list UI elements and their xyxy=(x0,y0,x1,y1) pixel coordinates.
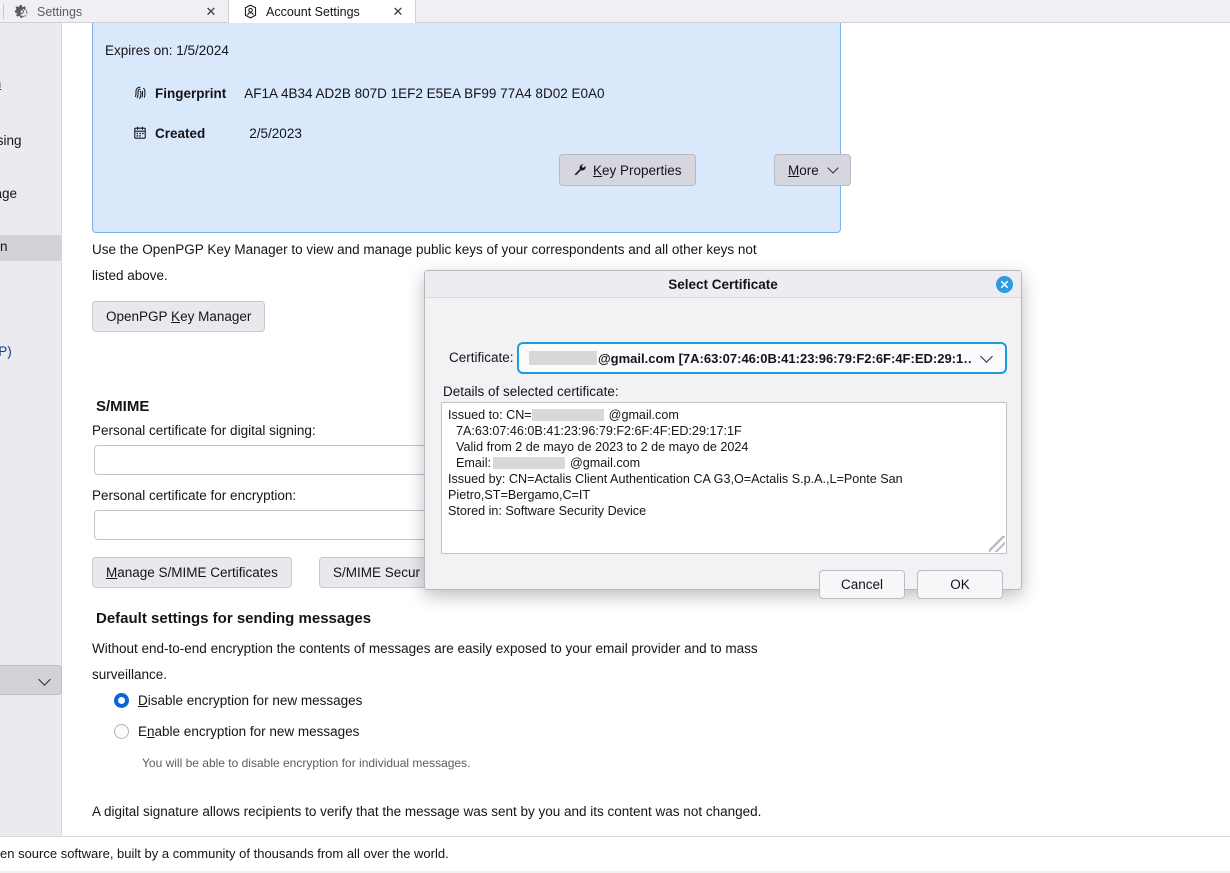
detail-validity: Valid from 2 de mayo de 2023 to 2 de may… xyxy=(456,440,749,454)
detail-issued-to: Issued to: CN= @gmail.com xyxy=(448,407,1000,423)
smime-heading: S/MIME xyxy=(96,398,150,415)
digital-signature-note: A digital signature allows recipients to… xyxy=(92,804,762,819)
certificate-select-value: @gmail.com [7A:63:07:46:0B:41:23:96:79:F… xyxy=(598,350,972,366)
sending-defaults-description-line1: Without end-to-end encryption the conten… xyxy=(92,641,758,656)
encryption-hint: You will be able to disable encryption f… xyxy=(142,756,471,770)
chevron-down-icon xyxy=(980,349,993,363)
status-bar: en source software, built by a community… xyxy=(0,836,1230,873)
radio-disable-encryption-label: Disable encryption for new messages xyxy=(138,693,363,708)
chevron-down-icon xyxy=(827,162,839,174)
detail-email-prefix: Email: xyxy=(456,456,491,470)
sidebar-item-fragment-4[interactable]: TP) xyxy=(0,344,12,359)
close-icon[interactable] xyxy=(996,276,1013,293)
fingerprint-icon xyxy=(134,86,146,100)
sidebar-account-dropdown[interactable] xyxy=(0,665,62,695)
key-created-value: 2/5/2023 xyxy=(249,125,302,141)
detail-email: Email: @gmail.com xyxy=(448,455,1000,471)
key-created-label: Created xyxy=(155,125,206,141)
certificate-label: Certificate: xyxy=(449,350,514,365)
sidebar-item-fragment-1[interactable]: m xyxy=(0,76,1,91)
detail-stored-in: Stored in: Software Security Device xyxy=(448,504,647,518)
dialog-button-row: Cancel OK xyxy=(819,570,1003,599)
sending-defaults-heading: Default settings for sending messages xyxy=(96,610,372,627)
tab-account-settings[interactable]: Account Settings ✕ xyxy=(228,0,416,23)
openpgp-key-manager-label: OpenPGP Key Manager xyxy=(106,309,252,324)
key-properties-button[interactable]: KKey Propertiesey Properties xyxy=(559,154,696,186)
dialog-title: Select Certificate xyxy=(668,276,778,292)
sending-defaults-description-line2: surveillance. xyxy=(92,667,168,682)
chevron-down-icon xyxy=(38,673,51,686)
tab-account-settings-close-icon[interactable]: ✕ xyxy=(391,5,405,18)
redaction-block xyxy=(529,351,597,365)
tab-account-settings-label: Account Settings xyxy=(266,4,360,19)
tab-strip: Settings ✕ Account Settings ✕ xyxy=(0,0,1230,23)
details-label: Details of selected certificate: xyxy=(443,384,619,399)
ok-button[interactable]: OK xyxy=(917,570,1003,599)
smime-signing-label: Personal certificate for digital signing… xyxy=(92,423,316,438)
detail-issued-to-prefix: Issued to: CN= xyxy=(448,408,532,422)
certificate-details-box[interactable]: Issued to: CN= @gmail.com 7A:63:07:46:0B:… xyxy=(441,402,1007,554)
detail-email-suffix: @gmail.com xyxy=(570,456,641,470)
key-fingerprint-value: AF1A 4B34 AD2B 807D 1EF2 E5EA BF99 77A4 … xyxy=(244,85,605,101)
manage-smime-certificates-button[interactable]: Manage S/MIME Certificates xyxy=(92,557,292,588)
gear-icon xyxy=(14,4,28,18)
calendar-icon xyxy=(134,126,146,139)
radio-disable-encryption[interactable]: Disable encryption for new messages xyxy=(114,693,362,708)
sidebar-item-selected-label: n xyxy=(0,239,8,254)
tab-settings-label: Settings xyxy=(37,4,83,19)
openpgp-key-manager-button[interactable]: OpenPGP Key Manager xyxy=(92,301,266,332)
resize-grip-icon[interactable] xyxy=(989,536,1005,552)
smime-security-button[interactable]: S/MIME Secur xyxy=(319,557,435,588)
key-properties-button-label: KKey Propertiesey Properties xyxy=(593,162,682,178)
detail-issued-by: Issued by: CN=Actalis Client Authenticat… xyxy=(448,472,903,502)
redaction-block xyxy=(493,457,565,469)
openpgp-description-line2: listed above. xyxy=(92,268,168,283)
dialog-titlebar: Select Certificate xyxy=(425,271,1021,298)
status-bar-text: en source software, built by a community… xyxy=(0,846,449,861)
sidebar-item-fragment-2[interactable]: ssing xyxy=(0,133,22,148)
openpgp-description-line1: Use the OpenPGP Key Manager to view and … xyxy=(92,242,757,257)
account-icon xyxy=(244,4,257,19)
tab-settings-close-icon[interactable]: ✕ xyxy=(204,5,218,18)
certificate-select[interactable]: @gmail.com [7A:63:07:46:0B:41:23:96:79:F… xyxy=(517,342,1007,374)
manage-smime-certificates-label: Manage S/MIME Certificates xyxy=(106,565,278,580)
wrench-icon xyxy=(574,163,586,176)
sidebar-item-fragment-3[interactable]: rage xyxy=(0,186,17,201)
detail-issued-to-suffix: @gmail.com xyxy=(608,408,679,422)
sidebar-item-selected[interactable]: n xyxy=(0,235,62,261)
smime-encryption-label: Personal certificate for encryption: xyxy=(92,488,297,503)
smime-security-label: S/MIME Secur xyxy=(333,565,421,580)
redaction-block xyxy=(531,409,604,421)
more-button[interactable]: More xyxy=(774,154,851,186)
radio-enable-encryption-label: Enable encryption for new messages xyxy=(138,724,360,739)
close-glyph xyxy=(1000,280,1009,289)
key-created-row: Created 2/5/2023 xyxy=(132,125,302,141)
key-expires-label: Expires on: 1/5/2024 xyxy=(105,43,229,58)
radio-disable-encryption-indicator xyxy=(114,693,129,708)
key-fingerprint-label: Fingerprint xyxy=(155,85,227,101)
tab-settings[interactable]: Settings ✕ xyxy=(0,0,228,23)
radio-enable-encryption[interactable]: Enable encryption for new messages xyxy=(114,724,359,739)
dialog-body: Certificate: @gmail.com [7A:63:07:46:0B:… xyxy=(425,298,1021,599)
select-certificate-dialog: Select Certificate Certificate: @gmail.c… xyxy=(424,270,1022,599)
more-button-label: More xyxy=(788,162,819,178)
cancel-button[interactable]: Cancel xyxy=(819,570,905,599)
detail-serial: 7A:63:07:46:0B:41:23:96:79:F2:6F:4F:ED:2… xyxy=(456,424,742,438)
sidebar: m ssing rage n TP) xyxy=(0,23,62,852)
key-fingerprint-row: Fingerprint AF1A 4B34 AD2B 807D 1EF2 E5E… xyxy=(132,85,605,101)
radio-enable-encryption-indicator xyxy=(114,724,129,739)
